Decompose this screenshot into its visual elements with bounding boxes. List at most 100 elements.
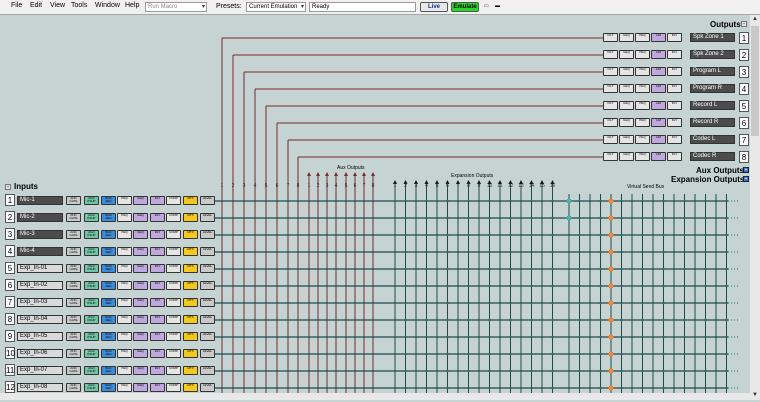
input-dsp-block[interactable]: MTX [183, 281, 198, 290]
input-dsp-block[interactable]: GEQ [133, 196, 148, 205]
output-dsp-block[interactable]: FILT [603, 84, 618, 93]
input-dsp-block[interactable]: PEQ [117, 196, 132, 205]
input-name-field[interactable]: Mic-3 [17, 230, 63, 239]
input-dsp-block[interactable]: ANC GATE [66, 230, 81, 239]
emulate-button[interactable]: Emulate [451, 2, 479, 12]
output-dsp-block[interactable]: DLY [667, 33, 682, 42]
menu-help[interactable]: Help [125, 2, 139, 9]
input-dsp-block[interactable]: MTX [183, 196, 198, 205]
input-dsp-block[interactable]: LEVEL [200, 264, 215, 273]
output-dsp-block[interactable]: FILT [603, 50, 618, 59]
output-dsp-block[interactable]: GEQ [619, 50, 634, 59]
input-dsp-block[interactable]: DLY [150, 281, 165, 290]
output-dsp-block[interactable]: DLY [667, 152, 682, 161]
outputs-collapse-button[interactable]: - [741, 21, 747, 27]
input-dsp-block[interactable]: LEVEL [200, 196, 215, 205]
output-dsp-block[interactable]: DLY [667, 135, 682, 144]
input-dsp-block[interactable]: DLY [150, 349, 165, 358]
vertical-scrollbar[interactable]: ▲ ▼ [750, 15, 760, 400]
output-dsp-block[interactable]: LIM [651, 84, 666, 93]
input-dsp-block[interactable]: GEQ [133, 213, 148, 222]
input-dsp-block[interactable]: DLY [150, 264, 165, 273]
input-dsp-block[interactable]: DLY [150, 332, 165, 341]
input-dsp-block[interactable]: LEVEL [200, 366, 215, 375]
input-dsp-block[interactable]: ANC GATE [66, 332, 81, 341]
input-dsp-block[interactable]: PEQ [117, 366, 132, 375]
input-dsp-block[interactable]: MTX [183, 383, 198, 392]
scroll-down-icon[interactable]: ▼ [750, 391, 760, 400]
input-name-field[interactable]: Exp_In-01 [17, 264, 63, 273]
input-dsp-block[interactable]: MTX [183, 298, 198, 307]
input-dsp-block[interactable]: MTX [183, 264, 198, 273]
input-name-field[interactable]: Exp_In-02 [17, 281, 63, 290]
input-dsp-block[interactable]: COMP [166, 230, 181, 239]
input-dsp-block[interactable]: PEQ [117, 264, 132, 273]
input-dsp-block[interactable]: DLY [150, 196, 165, 205]
input-name-field[interactable]: Exp_In-06 [17, 349, 63, 358]
output-name-field[interactable]: Record R [690, 118, 735, 127]
input-dsp-block[interactable]: DLY [150, 298, 165, 307]
presets-dropdown[interactable]: Current Emulation ▾ [246, 2, 306, 12]
input-dsp-block[interactable]: NGC AEC [101, 315, 116, 324]
input-dsp-block[interactable]: AGC FSUP [84, 383, 99, 392]
input-dsp-block[interactable]: NGC AEC [101, 366, 116, 375]
expansion-outputs-expand-button[interactable]: + [743, 176, 749, 182]
input-dsp-block[interactable]: ANC GATE [66, 349, 81, 358]
input-dsp-block[interactable]: ANC GATE [66, 196, 81, 205]
output-dsp-block[interactable]: FILT [603, 135, 618, 144]
input-dsp-block[interactable]: PEQ [117, 383, 132, 392]
input-dsp-block[interactable]: PEQ [117, 230, 132, 239]
output-name-field[interactable]: Spk Zone 2 [690, 50, 735, 59]
output-name-field[interactable]: Record L [690, 101, 735, 110]
input-dsp-block[interactable]: NGC AEC [101, 383, 116, 392]
input-dsp-block[interactable]: NGC AEC [101, 281, 116, 290]
menu-file[interactable]: File [11, 2, 22, 9]
input-dsp-block[interactable]: MTX [183, 332, 198, 341]
input-dsp-block[interactable]: MTX [183, 315, 198, 324]
output-name-field[interactable]: Program L [690, 67, 735, 76]
input-dsp-block[interactable]: DLY [150, 315, 165, 324]
input-dsp-block[interactable]: COMP [166, 332, 181, 341]
input-dsp-block[interactable]: GEQ [133, 230, 148, 239]
output-dsp-block[interactable]: GEQ [619, 135, 634, 144]
output-dsp-block[interactable]: FILT [603, 67, 618, 76]
input-dsp-block[interactable]: GEQ [133, 383, 148, 392]
output-dsp-block[interactable]: LIM [651, 152, 666, 161]
menu-edit[interactable]: Edit [30, 2, 42, 9]
input-dsp-block[interactable]: COMP [166, 264, 181, 273]
input-dsp-block[interactable]: COMP [166, 298, 181, 307]
input-name-field[interactable]: Mic-4 [17, 247, 63, 256]
output-dsp-block[interactable]: GEQ [619, 33, 634, 42]
input-dsp-block[interactable]: DLY [150, 247, 165, 256]
output-dsp-block[interactable]: DLY [667, 50, 682, 59]
input-dsp-block[interactable]: AGC FSUP [84, 230, 99, 239]
output-name-field[interactable]: Spk Zone 1 [690, 33, 735, 42]
input-dsp-block[interactable]: MTX [183, 366, 198, 375]
output-dsp-block[interactable]: DLY [667, 67, 682, 76]
input-dsp-block[interactable]: DLY [150, 230, 165, 239]
input-dsp-block[interactable]: ANC GATE [66, 247, 81, 256]
input-dsp-block[interactable]: GEQ [133, 349, 148, 358]
input-name-field[interactable]: Exp_In-04 [17, 315, 63, 324]
input-dsp-block[interactable]: COMP [166, 383, 181, 392]
input-dsp-block[interactable]: MTX [183, 349, 198, 358]
output-dsp-block[interactable]: GEQ [619, 101, 634, 110]
input-dsp-block[interactable]: GEQ [133, 298, 148, 307]
input-dsp-block[interactable]: LEVEL [200, 332, 215, 341]
output-dsp-block[interactable]: FILT [603, 101, 618, 110]
output-dsp-block[interactable]: GEQ [619, 84, 634, 93]
scrollbar-thumb[interactable] [751, 26, 759, 136]
input-dsp-block[interactable]: PEQ [117, 315, 132, 324]
live-button[interactable]: Live [420, 2, 448, 12]
input-dsp-block[interactable]: AGC FSUP [84, 213, 99, 222]
input-dsp-block[interactable]: NGC AEC [101, 230, 116, 239]
input-dsp-block[interactable]: PEQ [117, 247, 132, 256]
input-name-field[interactable]: Exp_In-05 [17, 332, 63, 341]
input-dsp-block[interactable]: COMP [166, 366, 181, 375]
output-dsp-block[interactable]: LIM [651, 50, 666, 59]
input-dsp-block[interactable]: LEVEL [200, 230, 215, 239]
horizontal-scrollbar[interactable] [0, 393, 750, 400]
input-dsp-block[interactable]: LEVEL [200, 213, 215, 222]
output-dsp-block[interactable]: PEQ [635, 135, 650, 144]
input-dsp-block[interactable]: NGC AEC [101, 264, 116, 273]
